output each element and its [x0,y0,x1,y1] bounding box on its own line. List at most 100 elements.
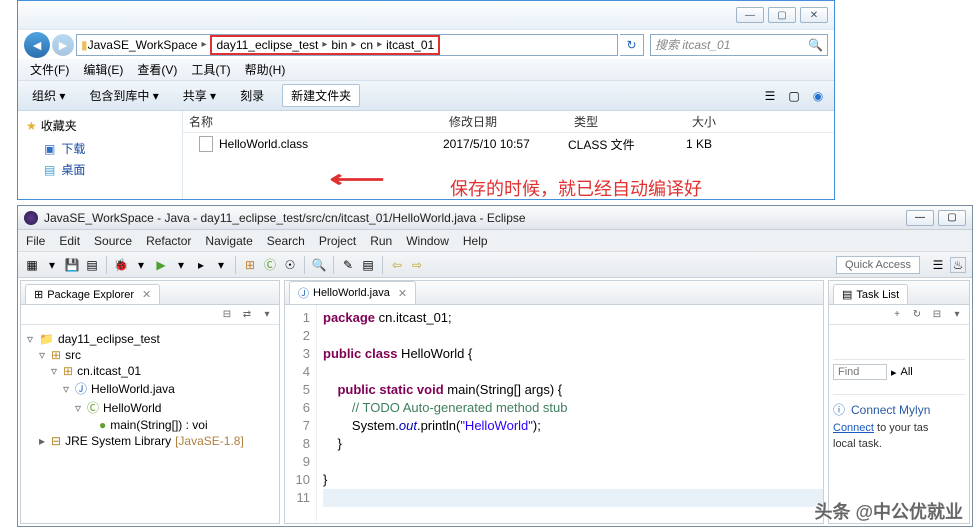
sync-icon[interactable]: ↻ [909,307,925,323]
dropdown-icon[interactable]: ▾ [44,257,60,273]
menu-window[interactable]: Window [406,234,449,248]
code-editor[interactable]: 1234567891011 package cn.itcast_01; publ… [285,305,823,523]
quick-access[interactable]: Quick Access [836,256,920,274]
address-bar[interactable]: ▮ JavaSE_WorkSpace ▸ day11_eclipse_test▸… [76,34,618,56]
forward-icon[interactable]: ⇨ [409,257,425,273]
menu-help[interactable]: Help [463,234,488,248]
minimize-button[interactable]: — [736,7,764,23]
back-icon[interactable]: ⇦ [389,257,405,273]
link-editor-icon[interactable]: ⇄ [239,307,255,323]
find-input[interactable] [833,364,887,380]
watermark: 头条 @中公优就业 [814,498,963,524]
package-node[interactable]: ▿⊞cn.itcast_01 [25,363,275,379]
close-button[interactable]: ✕ [800,7,828,23]
new-package-icon[interactable]: ⊞ [242,257,258,273]
save-icon[interactable]: 💾 [64,257,80,273]
nav-back-button[interactable]: ◄ [24,32,50,58]
new-task-icon[interactable]: + [889,307,905,323]
explorer-window: — ▢ ✕ ◄ ► ▮ JavaSE_WorkSpace ▸ day11_ecl… [17,0,835,200]
search-box[interactable]: 搜索 itcast_01 🔍 [650,34,828,56]
task-list-tab[interactable]: ▤ Task List [833,284,908,304]
task-list-pane: ▤ Task List + ↻ ⊟ ▾ ▸ All ⓘ [828,280,970,524]
eclipse-minimize-button[interactable]: — [906,210,934,226]
new-class-icon[interactable]: Ⓒ [262,257,278,273]
menu-edit[interactable]: Edit [59,234,80,248]
help-icon[interactable]: ◉ [810,88,826,104]
open-type-icon[interactable]: ☉ [282,257,298,273]
view-mode-button[interactable]: ☰ [762,88,778,104]
annotation-arrow: ⟵ [330,165,385,194]
menu-navigate[interactable]: Navigate [205,234,252,248]
editor-tab[interactable]: Ⓙ HelloWorld.java ✕ [289,281,416,304]
refresh-button[interactable]: ↻ [620,34,644,56]
all-filter[interactable]: All [901,366,913,378]
organize-button[interactable]: 组织 ▾ [26,85,71,106]
run-icon[interactable]: ▶ [153,257,169,273]
maximize-button[interactable]: ▢ [768,7,796,23]
menu-search[interactable]: Search [267,234,305,248]
debug-icon[interactable]: 🐞 [113,257,129,273]
col-date[interactable]: 修改日期 [443,113,568,130]
package-explorer-tab[interactable]: ⊞ Package Explorer ✕ [25,284,160,304]
java-file-node[interactable]: ▿ⒿHelloWorld.java [25,379,275,398]
eclipse-icon [24,211,38,225]
col-name[interactable]: 名称 [183,113,443,130]
menu-tools[interactable]: 工具(T) [185,59,236,80]
include-button[interactable]: 包含到库中 ▾ [83,85,164,106]
src-node[interactable]: ▿⊞src [25,347,275,363]
menu-source[interactable]: Source [94,234,132,248]
menu-help[interactable]: 帮助(H) [239,59,292,80]
burn-button[interactable]: 刻录 [234,85,270,106]
project-node[interactable]: ▿📁day11_eclipse_test [25,331,275,347]
menu-file[interactable]: 文件(F) [24,59,75,80]
share-button[interactable]: 共享 ▾ [177,85,222,106]
menu-edit[interactable]: 编辑(E) [77,59,129,80]
menu-run[interactable]: Run [370,234,392,248]
toggle-mark-icon[interactable]: ✎ [340,257,356,273]
eclipse-maximize-button[interactable]: ▢ [938,210,966,226]
eclipse-title: JavaSE_WorkSpace - Java - day11_eclipse_… [44,211,902,225]
collapse-icon[interactable]: ⊟ [929,307,945,323]
view-menu-icon[interactable]: ▾ [259,307,275,323]
annotation-icon[interactable]: ▤ [360,257,376,273]
class-node[interactable]: ▿ⒸHelloWorld [25,398,275,417]
explorer-titlebar: — ▢ ✕ [18,1,834,29]
method-node[interactable]: ●main(String[]) : voi [25,417,275,433]
perspective-icon[interactable]: ☰ [930,257,946,273]
eclipse-menu: File Edit Source Refactor Navigate Searc… [18,230,972,252]
search-icon[interactable]: 🔍 [311,257,327,273]
menu-file[interactable]: File [26,234,45,248]
col-size[interactable]: 大小 [686,113,786,130]
save-all-icon[interactable]: ▤ [84,257,100,273]
explorer-toolbar: 组织 ▾ 包含到库中 ▾ 共享 ▾ 刻录 新建文件夹 ☰ ▢ ◉ [18,81,834,111]
run-last-icon[interactable]: ▸ [193,257,209,273]
annotation-text: 保存的时候，就已经自动编译好 [450,175,702,201]
file-row[interactable]: HelloWorld.class 2017/5/10 10:57 CLASS 文… [183,133,834,155]
new-folder-button[interactable]: 新建文件夹 [282,84,360,107]
info-icon: ⓘ [833,401,845,418]
nav-forward-button[interactable]: ► [52,34,74,56]
close-icon[interactable]: ✕ [142,288,151,301]
jre-node[interactable]: ▸⊟JRE System Library [JavaSE-1.8] [25,433,275,449]
new-icon[interactable]: ▦ [24,257,40,273]
connect-link[interactable]: Connect [833,422,874,434]
eclipse-titlebar: JavaSE_WorkSpace - Java - day11_eclipse_… [18,206,972,230]
menu-refactor[interactable]: Refactor [146,234,191,248]
folder-icon: ▮ [81,38,88,52]
preview-pane-button[interactable]: ▢ [786,88,802,104]
menu-project[interactable]: Project [319,234,356,248]
eclipse-window: JavaSE_WorkSpace - Java - day11_eclipse_… [17,205,973,527]
favorites-group[interactable]: ★ 收藏夹 [26,117,174,134]
file-icon [199,136,213,152]
menu-view[interactable]: 查看(V) [131,59,183,80]
col-type[interactable]: 类型 [568,113,686,130]
close-icon[interactable]: ✕ [398,287,407,300]
nav-downloads[interactable]: ▣ 下载 [26,138,174,159]
nav-desktop[interactable]: ▤ 桌面 [26,159,174,180]
task-icon: ▤ [842,288,852,301]
editor-pane: Ⓙ HelloWorld.java ✕ 1234567891011 packag… [284,280,824,524]
collapse-all-icon[interactable]: ⊟ [219,307,235,323]
file-date: 2017/5/10 10:57 [443,137,568,151]
menu-icon[interactable]: ▾ [949,307,965,323]
java-perspective-icon[interactable]: ♨ [950,257,966,273]
